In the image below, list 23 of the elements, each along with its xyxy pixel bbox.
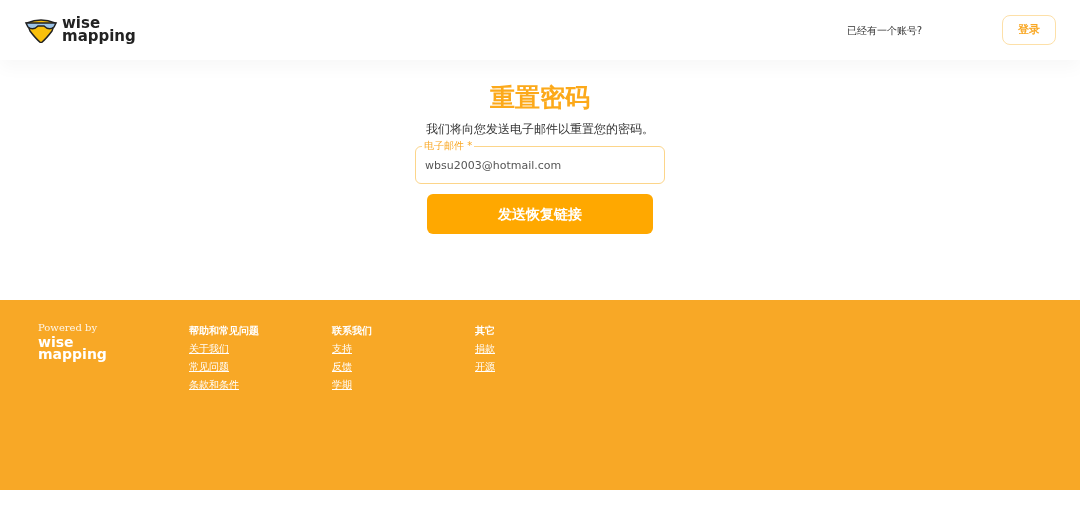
logo-text: wise	[38, 336, 74, 348]
footer-heading: 其它	[475, 324, 496, 337]
logo-icon	[24, 17, 58, 43]
login-button[interactable]: 登录	[1002, 15, 1056, 45]
footer-link[interactable]: 开源	[475, 360, 495, 373]
logo-text: mapping	[62, 30, 136, 43]
footer-link[interactable]: 学期	[332, 378, 352, 391]
footer-link[interactable]: 反馈	[332, 360, 352, 373]
footer-heading: 帮助和常见问题	[189, 324, 260, 337]
footer-link[interactable]: 常见问题	[189, 360, 229, 373]
send-recovery-link-button[interactable]: 发送恢复链接	[427, 194, 653, 234]
logo-text: wise	[62, 17, 101, 30]
page-title: 重置密码	[490, 82, 590, 114]
footer-link[interactable]: 捐款	[475, 342, 495, 355]
field-label: 电子邮件 *	[422, 139, 475, 152]
footer-link[interactable]: 条款和条件	[189, 378, 239, 391]
description: 我们将向您发送电子邮件以重置您的密码。	[426, 121, 654, 138]
logo-text: mapping	[38, 348, 108, 360]
footer-heading: 联系我们	[332, 324, 373, 337]
account-prompt: 已经有一个账号?	[846, 23, 922, 38]
footer-link[interactable]: 支持	[332, 342, 352, 355]
footer-link[interactable]: 关于我们	[189, 342, 229, 355]
powered-by-text: Powered by	[38, 322, 99, 334]
